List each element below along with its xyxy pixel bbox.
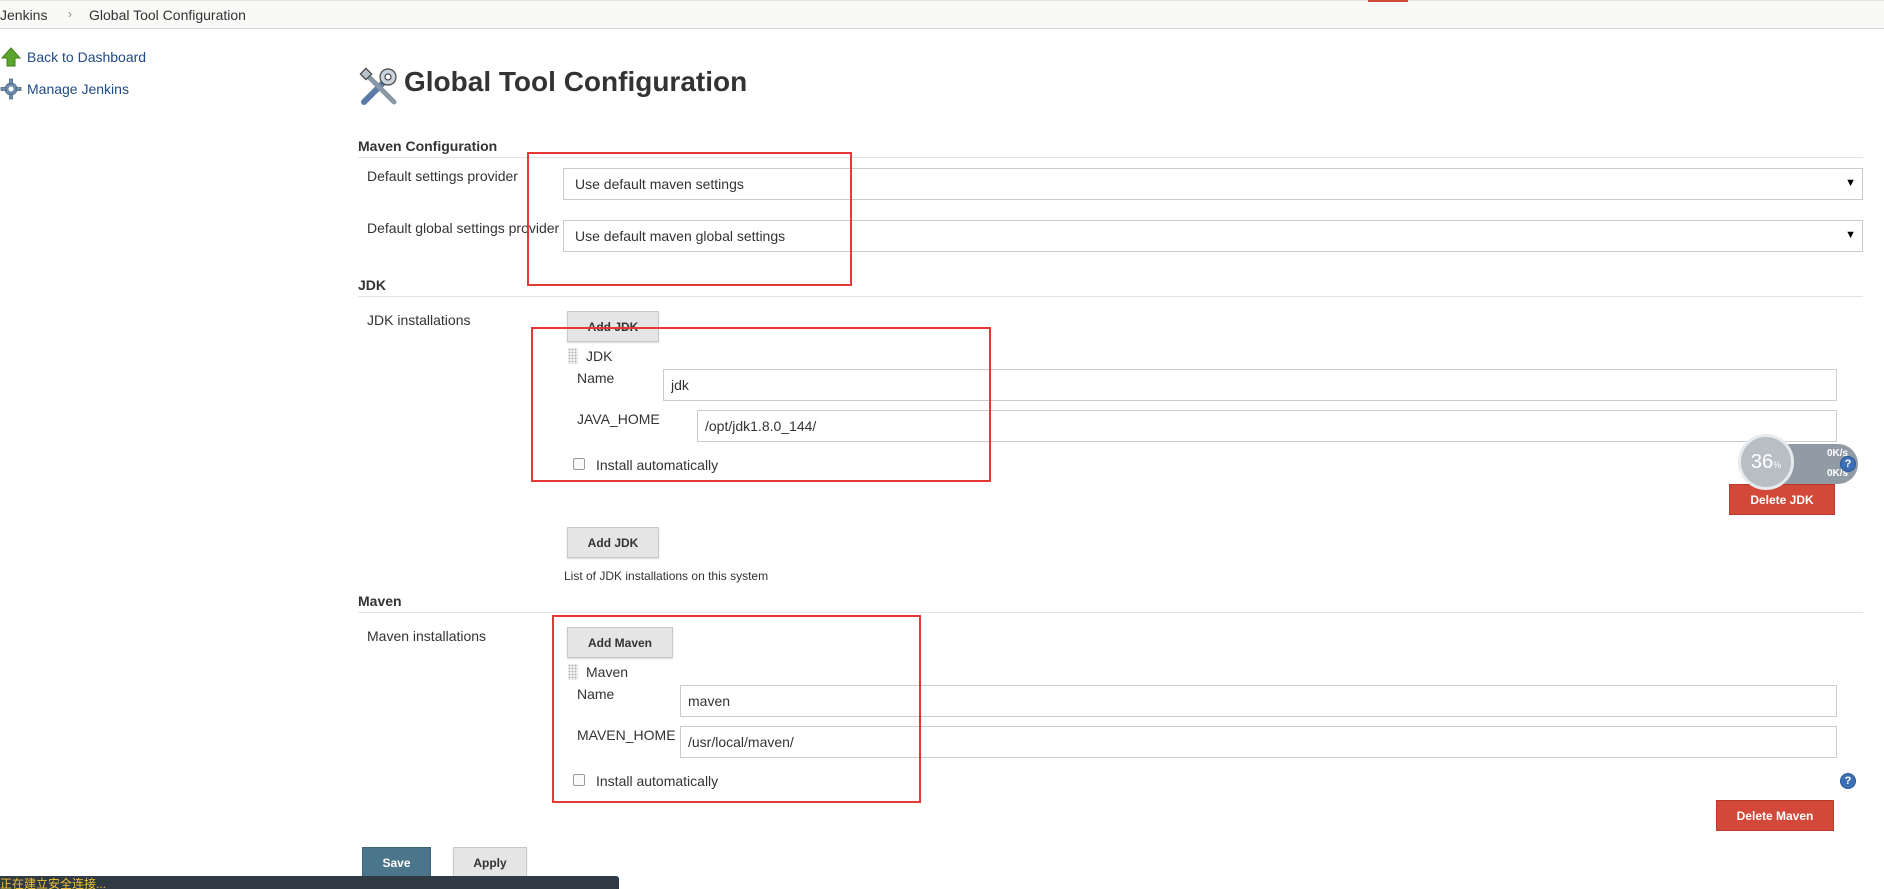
dropdown-caret-icon: ▼: [1845, 177, 1856, 189]
page-title: Global Tool Configuration: [404, 66, 748, 97]
tools-icon: [358, 66, 402, 110]
browser-status-bar: 正在建立安全连接...: [0, 876, 619, 889]
jdk-installations-label: JDK installations: [367, 312, 471, 328]
delete-jdk-button[interactable]: Delete JDK: [1729, 484, 1835, 515]
dropdown-caret-icon: ▼: [1845, 229, 1856, 241]
apply-button[interactable]: Apply: [453, 847, 527, 878]
breadcrumb: Jenkins › Global Tool Configuration: [0, 0, 1884, 29]
jdk-installations-description: List of JDK installations on this system: [564, 569, 769, 583]
delete-maven-button[interactable]: Delete Maven: [1716, 800, 1834, 831]
section-header-maven: Maven: [358, 593, 1863, 613]
up-arrow-icon: [0, 46, 22, 68]
add-jdk-button[interactable]: Add JDK: [567, 527, 659, 558]
help-icon[interactable]: ?: [1840, 456, 1856, 472]
help-icon[interactable]: ?: [1840, 773, 1856, 789]
speed-percent: 36: [1750, 450, 1774, 473]
default-settings-provider-label: Default settings provider: [367, 168, 518, 184]
sidebar-item-back-to-dashboard[interactable]: Back to Dashboard: [0, 46, 146, 68]
sidebar-item-label: Manage Jenkins: [27, 81, 129, 97]
gear-icon: [0, 78, 22, 100]
status-text: 正在建立安全连接...: [0, 877, 107, 889]
breadcrumb-separator: ›: [68, 7, 72, 21]
top-accent-mark: [1368, 0, 1408, 2]
section-header-jdk: JDK: [358, 277, 1863, 297]
annotation-box-maven: [552, 615, 921, 803]
annotation-box-maven-config: [527, 152, 852, 286]
speed-percent-unit: %: [1773, 460, 1782, 470]
save-button[interactable]: Save: [362, 847, 431, 878]
speed-percent-circle: 36%: [1738, 434, 1794, 490]
annotation-box-jdk: [531, 327, 991, 482]
maven-installations-label: Maven installations: [367, 628, 487, 644]
sidebar-item-label: Back to Dashboard: [27, 49, 147, 65]
breadcrumb-global-tool-configuration[interactable]: Global Tool Configuration: [89, 7, 246, 23]
breadcrumb-jenkins[interactable]: Jenkins: [0, 7, 47, 23]
sidebar-item-manage-jenkins[interactable]: Manage Jenkins: [0, 78, 129, 100]
